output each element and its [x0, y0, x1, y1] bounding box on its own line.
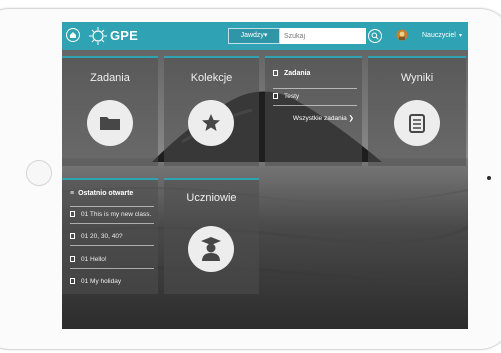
user-label: Nauczyciel: [422, 32, 456, 39]
tablet-camera: [487, 176, 491, 180]
search-bar: Jawdzy▾: [228, 28, 386, 44]
document-icon: [273, 70, 278, 77]
document-icon: [70, 256, 75, 263]
tile-wyniki-title: Wyniki: [400, 72, 434, 84]
tile-uczniowie-title: Uczniowie: [186, 192, 237, 204]
document-icon: [70, 278, 75, 285]
layers-icon: ≡: [70, 190, 75, 197]
student-icon: [188, 226, 234, 272]
list-item-label: Testy: [284, 93, 300, 100]
search-icon[interactable]: [368, 29, 382, 43]
list-item-label: 01 Hello!: [81, 256, 107, 263]
tile-zadania[interactable]: Zadania: [62, 56, 158, 166]
folder-icon: [87, 100, 133, 146]
list-item-label: 01 My holiday: [81, 278, 122, 285]
tile-wyniki[interactable]: Wyniki: [368, 56, 466, 166]
tile-zadania-title: Zadania: [90, 72, 130, 84]
search-input[interactable]: [280, 28, 366, 44]
tile-recent: ≡ Ostatnio otwarte 01 This is my new clas…: [62, 178, 158, 294]
list-item[interactable]: 01 20, 30, 40?: [70, 229, 154, 246]
tile-kolekcje[interactable]: Kolekcje: [164, 56, 259, 166]
all-assignments-link[interactable]: Wszystkie zadania ❯: [293, 114, 354, 122]
user-menu[interactable]: Nauczyciel ▾: [392, 26, 468, 46]
list-item[interactable]: Testy: [273, 88, 357, 106]
tile-kolekcje-title: Kolekcje: [190, 72, 233, 84]
list-item-label: 01 This is my new class.: [81, 211, 152, 218]
document-icon: [70, 211, 75, 218]
assignments-list-title-label: Zadania: [284, 70, 311, 77]
app-screen: GPE Jawdzy▾ Nauczyciel ▾ Zadania: [62, 22, 468, 329]
chevron-down-icon: ▾: [263, 32, 268, 39]
star-icon: [188, 100, 234, 146]
tile-assignments-list: Zadania Testy Wszystkie zadania ❯: [265, 56, 362, 166]
logo-text: GPE: [110, 28, 139, 43]
recent-title-label: Ostatnio otwarte: [78, 190, 134, 197]
search-scope-select[interactable]: Jawdzy▾: [228, 28, 280, 44]
assignments-list-title: Zadania: [273, 70, 310, 77]
list-item-label: 01 20, 30, 40?: [81, 233, 123, 240]
home-icon[interactable]: [66, 28, 80, 42]
top-bar: GPE Jawdzy▾ Nauczyciel ▾: [62, 22, 468, 50]
user-caret-icon: ▾: [459, 33, 463, 39]
tile-uczniowie[interactable]: Uczniowie: [164, 178, 259, 294]
document-icon: [70, 233, 75, 240]
recent-title: ≡ Ostatnio otwarte: [70, 190, 133, 197]
search-scope-label: Jawdzy: [240, 32, 264, 39]
document-icon: [273, 93, 278, 100]
avatar-icon: [396, 29, 408, 41]
list-item[interactable]: 01 My holiday: [70, 274, 154, 290]
list-item[interactable]: 01 This is my new class.: [70, 206, 154, 224]
tablet-home-button[interactable]: [26, 160, 52, 186]
list-item[interactable]: 01 Hello!: [70, 252, 154, 269]
document-list-icon: [394, 100, 440, 146]
